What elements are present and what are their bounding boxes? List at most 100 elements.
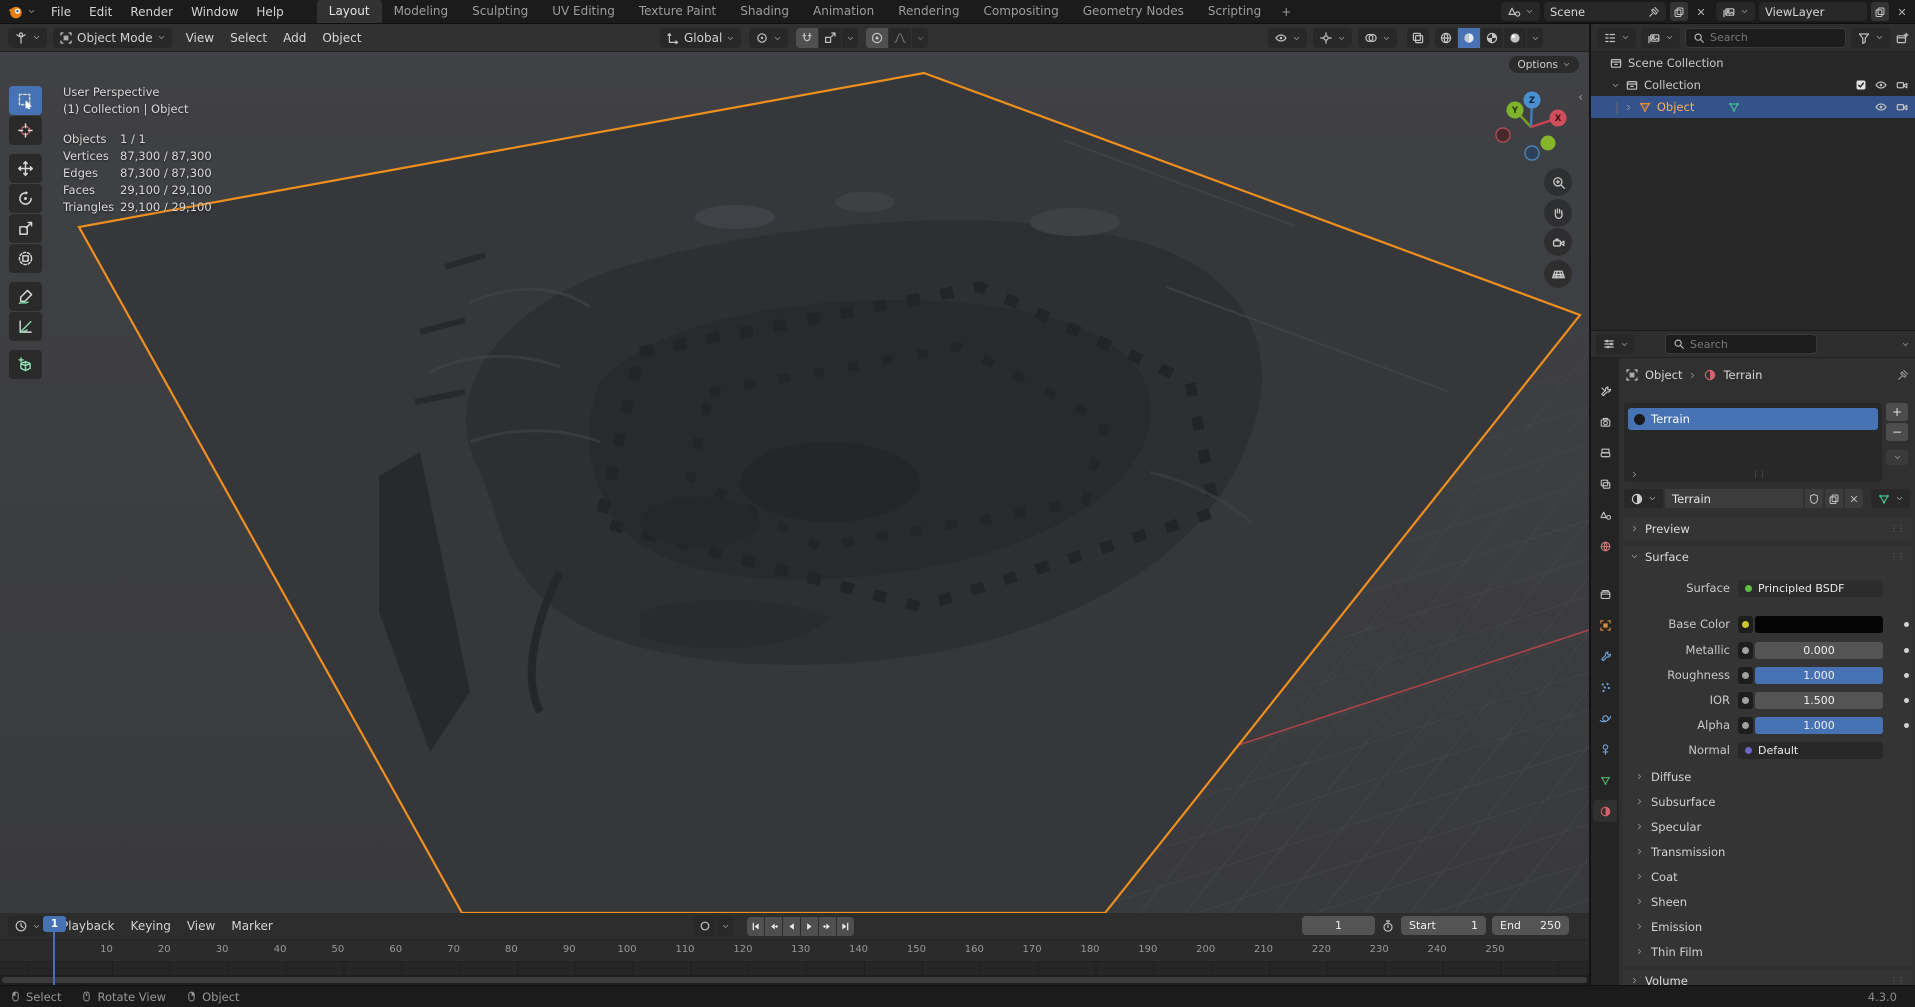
normal-dropdown[interactable]: Default <box>1738 742 1883 759</box>
snap-options-dropdown[interactable] <box>842 28 858 48</box>
properties-search[interactable] <box>1665 334 1817 354</box>
material-name-field[interactable]: Terrain <box>1665 489 1803 508</box>
outliner-row-scene-collection[interactable]: Scene Collection <box>1591 52 1915 74</box>
remove-slot-button[interactable]: − <box>1886 423 1908 441</box>
surface-subsection-header[interactable]: Coat <box>1622 864 1912 889</box>
preview-panel-header[interactable]: Preview ⋮⋮ <box>1622 518 1912 539</box>
play-reverse-button[interactable] <box>783 917 800 936</box>
properties-search-input[interactable] <box>1690 338 1809 351</box>
workspace-tab[interactable]: Compositing <box>971 0 1070 23</box>
proportional-options-dropdown[interactable] <box>912 28 928 48</box>
shading-material-button[interactable] <box>1481 28 1503 48</box>
volume-panel-header[interactable]: Volume ⋮⋮ <box>1622 970 1912 985</box>
tool-button[interactable] <box>9 350 42 379</box>
workspace-tab[interactable]: UV Editing <box>540 0 627 23</box>
properties-tab[interactable] <box>1593 614 1617 636</box>
axis-negative-x[interactable] <box>1496 128 1510 142</box>
menu-item[interactable]: File <box>42 0 80 23</box>
ior-slider[interactable]: 1.500 <box>1755 692 1883 709</box>
surface-subsection-header[interactable]: Transmission <box>1622 839 1912 864</box>
axis-negative-y[interactable] <box>1541 136 1556 151</box>
tool-button[interactable] <box>9 116 42 145</box>
timeline-editor-type-selector[interactable] <box>8 916 47 936</box>
timeline-menu-item[interactable]: Keying <box>123 919 179 933</box>
breadcrumb-object[interactable]: Object <box>1645 368 1682 382</box>
add-slot-button[interactable]: + <box>1886 403 1908 421</box>
keying-dropdown[interactable] <box>717 916 733 936</box>
perspective-toggle-button[interactable] <box>1544 260 1572 288</box>
workspace-tab[interactable]: Layout <box>317 0 382 23</box>
snap-toggle[interactable] <box>796 28 818 48</box>
viewport-menu-item[interactable]: Add <box>275 31 314 45</box>
pan-view-button[interactable] <box>1544 199 1572 227</box>
overlays-dropdown[interactable] <box>1358 28 1397 48</box>
ior-socket[interactable] <box>1738 692 1753 709</box>
previous-keyframe-button[interactable] <box>765 917 782 936</box>
outliner-row-collection[interactable]: Collection <box>1591 74 1915 96</box>
transform-orientation-selector[interactable]: Global <box>660 28 741 48</box>
object-visibility-dropdown[interactable] <box>1268 28 1307 48</box>
properties-editor-type-selector[interactable] <box>1596 334 1635 354</box>
workspace-tab[interactable]: Texture Paint <box>627 0 728 23</box>
menu-item[interactable]: Window <box>182 0 247 23</box>
browse-material-button[interactable] <box>1624 489 1663 508</box>
properties-tab[interactable] <box>1593 738 1617 760</box>
surface-subsection-header[interactable]: Subsurface <box>1622 789 1912 814</box>
viewlayer-copy-button[interactable] <box>1871 2 1889 21</box>
surface-panel-header[interactable]: Surface ⋮⋮ <box>1622 546 1912 567</box>
metallic-socket[interactable] <box>1738 642 1753 659</box>
viewlayer-name-field[interactable]: ViewLayer <box>1759 2 1867 21</box>
ior-keyframe-dot[interactable] <box>1904 698 1909 703</box>
pivot-point-selector[interactable] <box>749 28 788 48</box>
workspace-tab[interactable]: Scripting <box>1196 0 1273 23</box>
new-material-button[interactable] <box>1825 489 1843 508</box>
properties-tab[interactable] <box>1593 380 1617 402</box>
alpha-slider[interactable]: 1.000 <box>1755 717 1883 734</box>
properties-tab[interactable] <box>1593 769 1617 791</box>
gizmos-dropdown[interactable] <box>1313 28 1352 48</box>
scene-copy-button[interactable] <box>1670 2 1688 21</box>
snap-target-button[interactable] <box>819 28 841 48</box>
timeline-scrollbar-handle[interactable] <box>2 977 1587 983</box>
material-slot-list[interactable]: Terrain ⋮⋮ <box>1624 403 1882 482</box>
properties-tab[interactable] <box>1593 583 1617 605</box>
timeline-track-area[interactable] <box>0 962 1589 975</box>
playhead-line[interactable] <box>53 932 55 985</box>
roughness-socket[interactable] <box>1738 667 1753 684</box>
base-color-swatch[interactable] <box>1755 616 1883 633</box>
timeline-menu-item[interactable]: Marker <box>223 919 280 933</box>
workspace-tab[interactable]: Sculpting <box>460 0 540 23</box>
menu-item[interactable]: Render <box>121 0 182 23</box>
viewport-3d[interactable]: User Perspective (1) Collection | Object… <box>0 52 1589 913</box>
axis-negative-z[interactable] <box>1525 146 1539 160</box>
camera-restrict-icon[interactable] <box>1895 78 1909 92</box>
add-workspace-button[interactable]: + <box>1273 0 1299 23</box>
tool-button[interactable] <box>9 244 42 273</box>
material-slot-selected[interactable]: Terrain <box>1628 408 1878 430</box>
workspace-tab[interactable]: Geometry Nodes <box>1071 0 1196 23</box>
tool-button[interactable] <box>9 86 42 115</box>
current-frame-field[interactable]: 1 <box>1302 916 1375 935</box>
surface-subsection-header[interactable]: Emission <box>1622 914 1912 939</box>
xray-toggle[interactable] <box>1407 28 1429 48</box>
surface-subsection-header[interactable]: Diffuse <box>1622 764 1912 789</box>
navigation-gizmo[interactable]: Y X Z <box>1494 86 1582 174</box>
timeline-scrollbar[interactable] <box>0 975 1589 985</box>
workspace-tab[interactable]: Animation <box>801 0 886 23</box>
roughness-slider[interactable]: 1.000 <box>1755 667 1883 684</box>
fake-user-button[interactable] <box>1805 489 1823 508</box>
shading-solid-button[interactable] <box>1458 28 1480 48</box>
roughness-keyframe-dot[interactable] <box>1904 673 1909 678</box>
jump-to-end-button[interactable] <box>837 917 854 936</box>
tool-button[interactable] <box>9 214 42 243</box>
unlink-material-button[interactable] <box>1845 489 1863 508</box>
alpha-keyframe-dot[interactable] <box>1904 723 1909 728</box>
scene-unlink-button[interactable] <box>1692 2 1710 21</box>
camera-restrict-icon[interactable] <box>1895 100 1909 114</box>
surface-subsection-header[interactable]: Sheen <box>1622 889 1912 914</box>
outliner-display-mode-selector[interactable] <box>1641 28 1680 48</box>
viewlayer-browse-button[interactable] <box>1716 2 1755 21</box>
breadcrumb-material[interactable]: Terrain <box>1723 368 1762 382</box>
eye-icon[interactable] <box>1874 78 1888 92</box>
properties-tab[interactable] <box>1593 411 1617 433</box>
